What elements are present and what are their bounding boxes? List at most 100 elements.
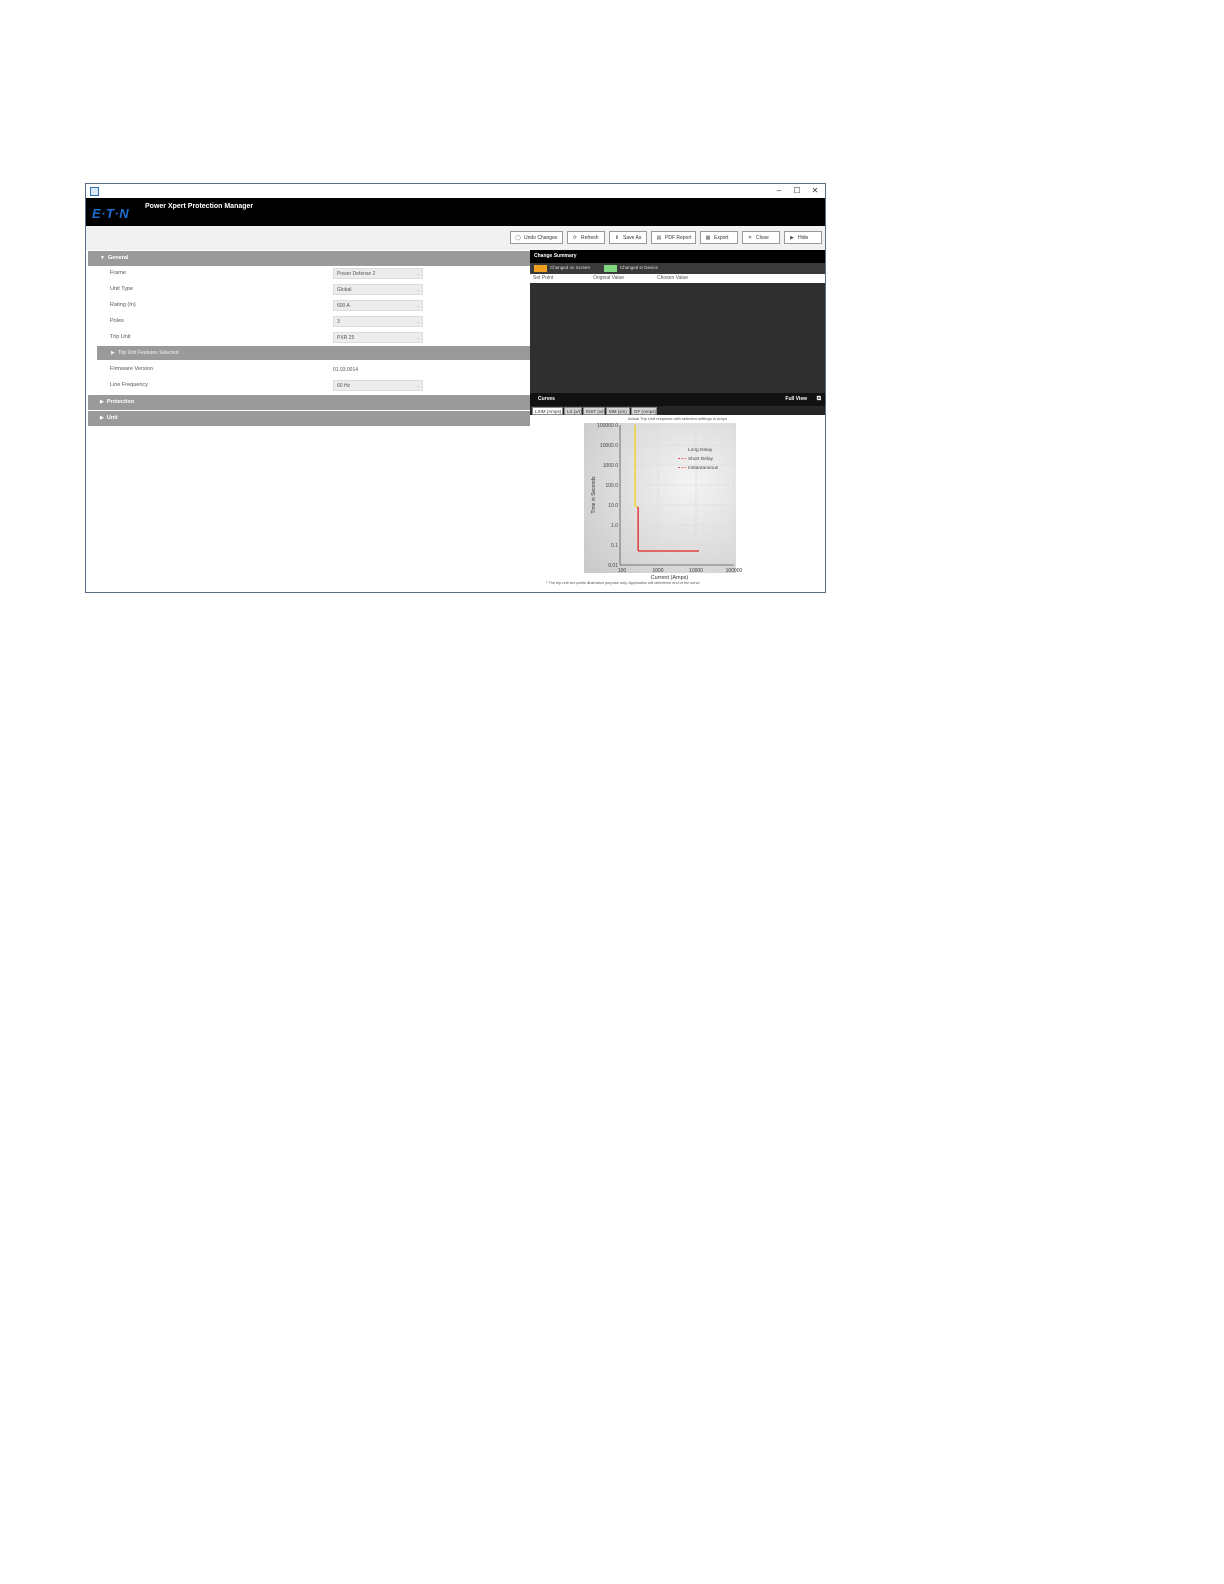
curves-header: Curves Full View ⧉ — [530, 393, 825, 406]
section-general-label: General — [107, 255, 129, 261]
line-frequency-label: Line Frequency — [110, 382, 148, 388]
refresh-label: Refresh — [581, 235, 599, 241]
y-tick-label: 10.0 — [608, 503, 618, 509]
app-icon — [90, 187, 99, 196]
hide-label: Hide — [798, 235, 809, 241]
export-button[interactable]: ▦ Export — [700, 231, 738, 244]
save-as-button[interactable]: ⬇ Save As — [609, 231, 647, 244]
x-tick-label: 1000 — [652, 568, 663, 574]
col-set-point: Set Point — [533, 275, 554, 281]
firmware-label: Firmware Version — [110, 366, 153, 372]
refresh-icon: ⟳ — [572, 235, 578, 241]
tab-inst[interactable]: INST (x/n) — [583, 407, 606, 415]
tab-ls[interactable]: LS (x/r) — [564, 407, 582, 415]
section-unit-header[interactable]: ▶ Unit — [88, 411, 530, 426]
pdf-report-button[interactable]: ▤ PDF Report — [651, 231, 696, 244]
col-chosen-value: Chosen Value — [657, 275, 689, 281]
line-frequency-value: 60 Hz — [337, 383, 351, 389]
chevron-down-icon: ⌄ — [416, 335, 420, 340]
section-general-header[interactable]: ▼ General — [88, 251, 530, 266]
y-axis-label: Time in Seconds — [591, 476, 597, 514]
unit-type-label: Unit Type — [110, 286, 134, 292]
rating-label: Rating (In) — [110, 302, 136, 308]
poles-label: Poles — [110, 318, 124, 324]
x-tick-label: 100 — [618, 568, 627, 574]
frame-value: Power Defense 2 — [337, 271, 376, 277]
y-tick-label: 1000.0 — [603, 463, 619, 469]
legend-label: Instantaneous — [688, 465, 719, 471]
chevron-down-icon: ⌄ — [416, 271, 420, 276]
tab-mm[interactable]: MM (x/n) — [606, 407, 630, 415]
eaton-logo: E·T·N — [92, 206, 130, 221]
legend-label: Short Delay — [688, 456, 714, 462]
tab-gf[interactable]: GF (Amps) — [631, 407, 657, 415]
caret-down-icon: ▼ — [100, 255, 105, 261]
section-protection-label: Protection — [106, 399, 135, 405]
changed-in-device-label: Changed in Device — [620, 265, 659, 270]
trip-curve-chart: 0.01 0.1 1.0 10.0 100.0 1000.0 10000.0 100000.0… — [584, 423, 743, 581]
frame-select[interactable]: Power Defense 2 ⌄ — [333, 268, 423, 279]
unit-type-value: Global — [337, 287, 352, 293]
y-tick-label: 1.0 — [611, 523, 618, 529]
undo-icon: ◯ — [515, 235, 521, 241]
changed-on-screen-label: Changed on Screen — [550, 265, 591, 270]
play-icon: ▶ — [790, 235, 794, 241]
app-title: Power Xpert Protection Manager — [145, 203, 254, 210]
app-window: – ☐ ✕ E·T·N Power Xpert Protection Manag… — [85, 183, 826, 593]
y-tick-label: 100000.0 — [597, 423, 618, 429]
right-panel: Change Summary Changed on Screen Changed… — [530, 250, 825, 592]
close-icon: ✕ — [747, 235, 753, 241]
legend-label: Long Delay — [688, 447, 713, 453]
x-tick-label: 100000 — [726, 568, 743, 574]
y-tick-label: 100.0 — [605, 483, 618, 489]
curve-chart-pane: Actual Trip Unit response with selected … — [530, 415, 825, 592]
change-summary-list — [530, 283, 825, 393]
trip-unit-features-label: Trip Unit Features Selected — [117, 350, 179, 356]
curve-tabs: LSIM (Amps) LS (x/r) INST (x/n) MM (x/n)… — [530, 406, 825, 415]
chevron-down-icon: ⌄ — [416, 303, 420, 308]
trip-unit-value: PXR 25 — [337, 335, 355, 341]
section-protection-header[interactable]: ▶ Protection — [88, 395, 530, 410]
rating-select[interactable]: 600 A ⌄ — [333, 300, 423, 311]
undo-changes-button[interactable]: ◯ Undo Changes — [510, 231, 563, 244]
change-summary-title: Change Summary — [530, 250, 825, 263]
rating-value: 600 A — [337, 303, 350, 309]
frame-label: Frame — [110, 270, 126, 276]
trip-unit-select[interactable]: PXR 25 ⌄ — [333, 332, 423, 343]
line-frequency-select[interactable]: 60 Hz ⌄ — [333, 380, 423, 391]
unit-type-select[interactable]: Global ⌄ — [333, 284, 423, 295]
firmware-value: 01.03.0014 — [333, 367, 359, 373]
window-close-button[interactable]: ✕ — [806, 184, 824, 198]
export-label: Export — [714, 235, 729, 241]
trip-unit-label: Trip Unit — [110, 334, 131, 340]
caret-right-icon: ▶ — [111, 350, 115, 356]
trip-unit-features-header[interactable]: ▶ Trip Unit Features Selected — [97, 346, 530, 360]
title-bar: – ☐ ✕ — [86, 184, 825, 198]
app-header: E·T·N Power Xpert Protection Manager — [86, 198, 825, 226]
change-summary-columns: Set Point Original Value Chosen Value — [530, 274, 825, 283]
toolbar: ◯ Undo Changes ⟳ Refresh ⬇ Save As ▤ PDF Rep… — [86, 226, 825, 251]
maximize-button[interactable]: ☐ — [788, 184, 806, 198]
y-tick-label: 0.1 — [611, 543, 618, 549]
save-icon: ⬇ — [614, 235, 620, 241]
chart-footnote: * The trip unit set points illustration … — [546, 581, 701, 585]
y-tick-label: 0.01 — [608, 563, 618, 569]
export-icon: ▦ — [705, 235, 711, 241]
pdf-report-label: PDF Report — [665, 235, 692, 241]
minimize-button[interactable]: – — [770, 184, 788, 198]
undo-changes-label: Undo Changes — [524, 235, 558, 241]
close-label: Close — [756, 235, 769, 241]
caret-right-icon: ▶ — [100, 415, 104, 421]
close-button[interactable]: ✕ Close — [742, 231, 780, 244]
full-view-button[interactable]: ⧉ — [817, 393, 821, 406]
refresh-button[interactable]: ⟳ Refresh — [567, 231, 605, 244]
hide-button[interactable]: ▶ Hide — [784, 231, 822, 244]
col-original-value: Original Value — [593, 275, 625, 281]
full-view-label: Full View — [785, 396, 807, 402]
changed-on-screen-swatch — [534, 265, 547, 272]
settings-panel: ▼ General Frame Power Defense 2 ⌄ Unit Typ… — [86, 250, 530, 592]
poles-select[interactable]: 3 ⌄ — [333, 316, 423, 327]
tab-lsim[interactable]: LSIM (Amps) — [532, 407, 563, 415]
x-tick-label: 10000 — [689, 568, 703, 574]
chevron-down-icon: ⌄ — [416, 287, 420, 292]
